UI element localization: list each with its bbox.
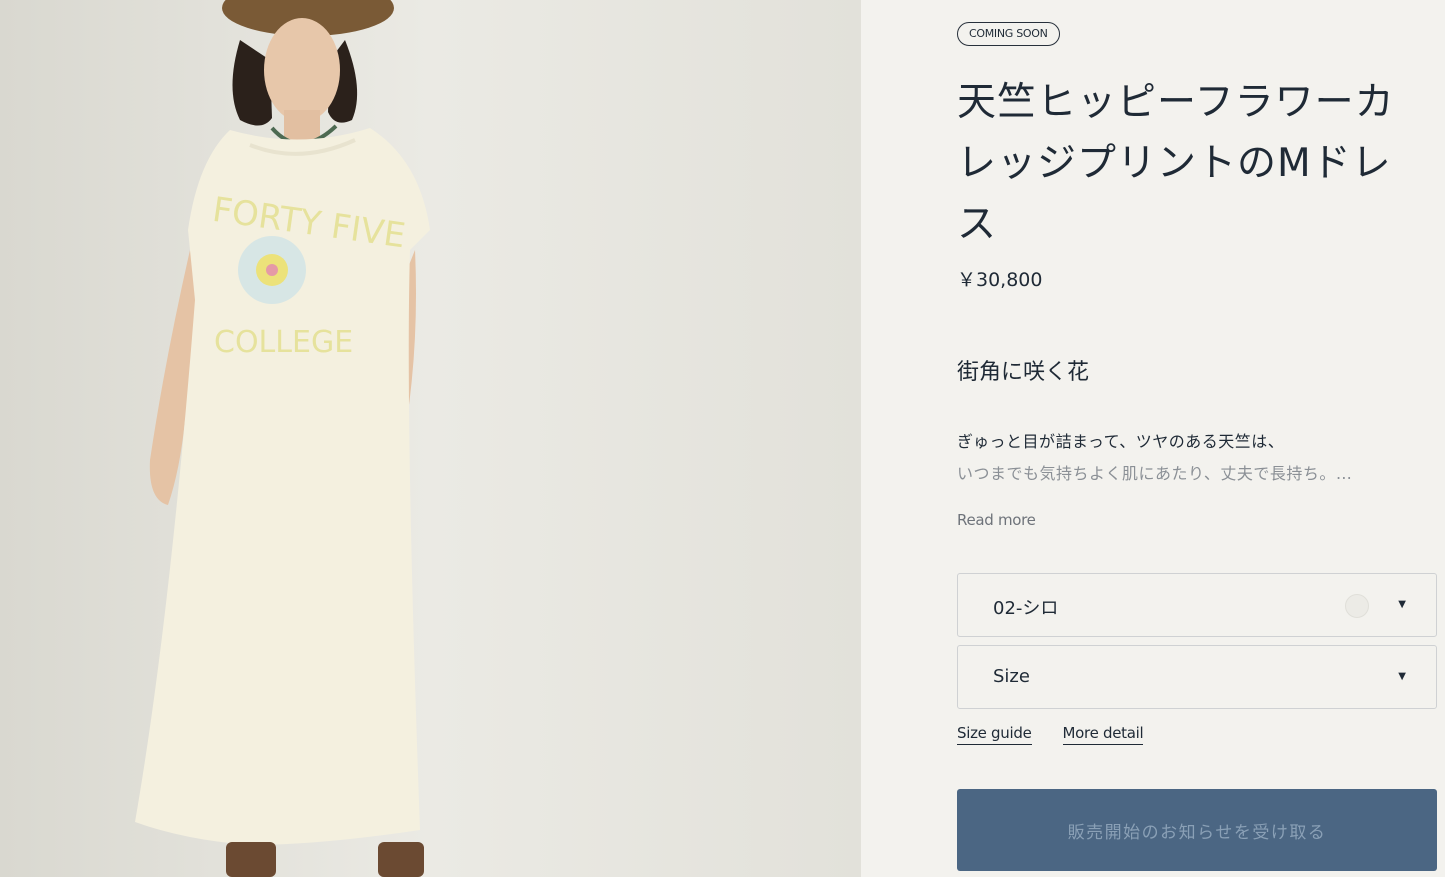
color-swatch — [1345, 594, 1369, 618]
product-title: 天竺ヒッピーフラワーカレッジプリントのMドレス — [957, 80, 1395, 247]
product-price: ￥30,800 — [957, 269, 1043, 291]
color-select-value: 02-シロ — [993, 598, 1059, 619]
more-detail-link[interactable]: More detail — [1062, 724, 1144, 745]
product-info-panel: COMING SOON 天竺ヒッピーフラワーカレッジプリントのMドレス ￥30,… — [861, 0, 1445, 877]
notify-button[interactable]: 販売開始のお知らせを受け取る — [957, 789, 1437, 871]
color-select[interactable]: 02-シロ ▼ — [957, 573, 1437, 637]
chevron-down-icon: ▼ — [1398, 671, 1406, 682]
product-subheading: 街角に咲く花 — [957, 360, 1090, 385]
model-illustration: FORTY FIVE COLLEGE — [0, 0, 861, 877]
print-text-bottom: COLLEGE — [214, 325, 353, 360]
product-photo[interactable]: FORTY FIVE COLLEGE — [0, 0, 861, 877]
product-links: Size guide More detail — [957, 724, 1174, 745]
notify-button-label: 販売開始のお知らせを受け取る — [1067, 822, 1327, 843]
read-more-link[interactable]: Read more — [957, 511, 1036, 529]
description-line-1: ぎゅっと目が詰まって、ツヤのある天竺は、 — [957, 432, 1285, 451]
size-guide-link[interactable]: Size guide — [957, 724, 1032, 745]
size-select-value: Size — [993, 666, 1030, 687]
description-line-2: いつまでも気持ちよく肌にあたり、丈夫で長持ち。… — [957, 464, 1353, 483]
chevron-down-icon: ▼ — [1398, 599, 1406, 610]
size-select[interactable]: Size ▼ — [957, 645, 1437, 709]
coming-soon-badge: COMING SOON — [957, 22, 1060, 46]
